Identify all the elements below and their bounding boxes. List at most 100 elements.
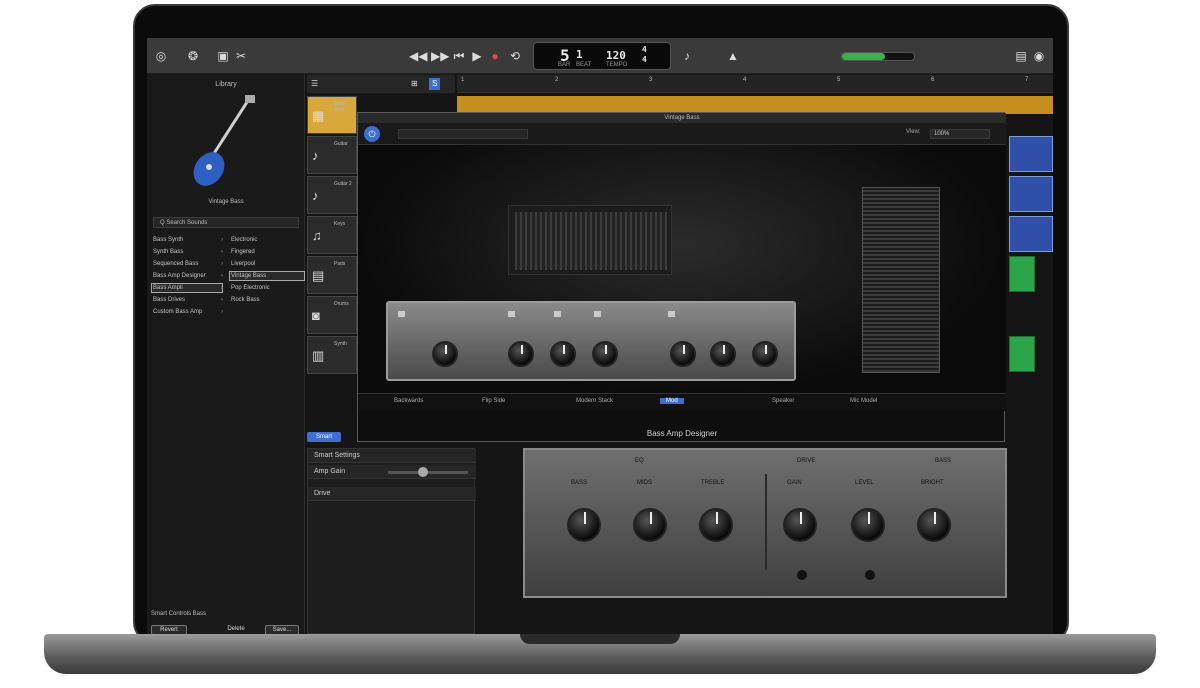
plugin-toolbar: ⏻ View: 100%	[358, 123, 1006, 145]
amp-knob[interactable]	[432, 341, 458, 367]
level-knob[interactable]	[851, 508, 885, 542]
power-icon[interactable]: ⏻	[364, 126, 380, 142]
library-category: Bass Amp Designer	[153, 273, 206, 279]
record-icon[interactable]: ●	[487, 48, 503, 64]
ruler-tick: 7	[1025, 77, 1029, 83]
model-selector[interactable]: Flip Side	[482, 398, 505, 404]
bass-knob[interactable]	[567, 508, 601, 542]
library-icon[interactable]: ◎	[153, 48, 169, 64]
switch-icon[interactable]	[797, 570, 807, 580]
loops-icon[interactable]: ◉	[1031, 48, 1047, 64]
knob-label: TREBLE	[701, 480, 725, 486]
smart-settings-label: Smart Settings	[314, 452, 360, 459]
preset-selector[interactable]	[398, 129, 528, 139]
mids-knob[interactable]	[633, 508, 667, 542]
midi-region[interactable]	[1009, 176, 1053, 212]
library-patch: Vintage Bass	[231, 273, 267, 279]
track-list-icon[interactable]: ☰	[311, 75, 318, 93]
library-row[interactable]: Bass Synth › Electronic	[151, 235, 301, 245]
amp-gain-slider[interactable]	[388, 467, 468, 477]
amp-gain-row[interactable]: Amp Gain	[308, 465, 476, 479]
amp-knob[interactable]	[592, 341, 618, 367]
speaker-selector[interactable]: Speaker	[772, 398, 794, 404]
editor-icon[interactable]: ✂	[233, 48, 249, 64]
plugin-window: Vintage Bass ⏻ View: 100% Backwards Flip…	[357, 112, 1006, 442]
info-icon[interactable]: ❂	[185, 48, 201, 64]
drummer-region[interactable]	[1009, 256, 1035, 292]
library-row[interactable]: Bass Amp Designer › Vintage Bass	[151, 271, 305, 281]
drummer-region[interactable]	[1009, 336, 1035, 372]
library-category: Bass Ampli	[153, 285, 183, 291]
knob-label: BASS	[571, 480, 588, 486]
track-header[interactable]: ◙ Drums	[307, 296, 357, 334]
track-header[interactable]: ♫ Keys	[307, 216, 357, 254]
track-header[interactable]: ♪ Guitar	[307, 136, 357, 174]
library-row[interactable]: Bass Drives › Rock Bass	[151, 295, 301, 305]
amp-knob[interactable]	[710, 341, 736, 367]
library-row[interactable]: Custom Bass Amp ›	[151, 307, 301, 317]
lcd-display[interactable]: 5 1 BAR BEAT 120 TEMPO 4 4	[533, 42, 671, 70]
library-search-input[interactable]: Q Search Sounds	[153, 217, 299, 228]
speaker-cabinet[interactable]	[862, 187, 940, 373]
forward-icon[interactable]: ▶▶	[431, 48, 449, 64]
ruler-tick: 3	[649, 77, 653, 83]
play-icon[interactable]: ▶	[469, 48, 485, 64]
timeline-ruler[interactable]: 1 2 3 4 5 6 7	[457, 75, 1053, 93]
smart-controls-button[interactable]: Smart	[307, 432, 341, 442]
track-header[interactable]: ♪ Guitar 2	[307, 176, 357, 214]
amp-knob[interactable]	[508, 341, 534, 367]
knob-label: GAIN	[787, 480, 802, 486]
notepad-icon[interactable]: ▤	[1013, 48, 1029, 64]
beat-label: BEAT	[576, 62, 592, 68]
library-row[interactable]: Sequenced Bass › Liverpool	[151, 259, 301, 269]
add-track-icon[interactable]: ⊞	[411, 75, 418, 93]
view-zoom-select[interactable]: 100%	[930, 129, 990, 139]
amp-knob[interactable]	[550, 341, 576, 367]
knob-label: BRIGHT	[921, 480, 944, 486]
smart-settings-row[interactable]: Smart Settings	[308, 449, 476, 463]
amp-head	[508, 205, 672, 275]
library-category: Sequenced Bass	[153, 261, 199, 267]
library-patch: Fingered	[231, 249, 255, 255]
amp-label	[398, 311, 406, 317]
bright-knob[interactable]	[917, 508, 951, 542]
save-button[interactable]: Save...	[265, 625, 299, 634]
pad-icon: ▤	[312, 268, 325, 283]
track-name: Synth	[334, 341, 347, 347]
track-header[interactable]: ▤ Pads	[307, 256, 357, 294]
chevron-right-icon: ›	[221, 261, 223, 267]
model-selector[interactable]: Modern Stack	[576, 398, 613, 404]
drive-row[interactable]: Drive	[308, 487, 476, 501]
metronome-icon[interactable]: ▲	[725, 48, 741, 64]
library-row[interactable]: Bass Ampli › Pop Electronic	[151, 283, 301, 293]
library-row[interactable]: Synth Bass › Fingered	[151, 247, 301, 257]
slider-thumb[interactable]	[418, 467, 428, 477]
tuner-icon[interactable]: ♪	[679, 48, 695, 64]
chevron-right-icon: ›	[221, 297, 223, 303]
amp-knob[interactable]	[752, 341, 778, 367]
delete-button[interactable]: Delete	[223, 625, 249, 634]
revert-button[interactable]: Revert	[151, 625, 187, 634]
rewind-icon[interactable]: ◀◀	[409, 48, 427, 64]
smart-controls-icon[interactable]: ▣	[215, 48, 231, 64]
gain-knob[interactable]	[783, 508, 817, 542]
ruler-tick: 2	[555, 77, 559, 83]
midi-region[interactable]	[1009, 136, 1053, 172]
laptop-notch	[520, 634, 680, 644]
model-selector[interactable]: Backwards	[394, 398, 423, 404]
go-to-start-icon[interactable]: ⏮	[451, 48, 467, 64]
treble-knob[interactable]	[699, 508, 733, 542]
mic-selector[interactable]: Mic Model	[850, 398, 877, 404]
track-header[interactable]: ▦ Bass Amp	[307, 96, 357, 134]
amp-knob[interactable]	[670, 341, 696, 367]
cycle-icon[interactable]: ⟲	[507, 48, 523, 64]
meter-fill	[842, 53, 886, 60]
master-volume-meter[interactable]	[841, 52, 915, 61]
model-selector[interactable]: Mod	[660, 398, 684, 404]
switch-icon[interactable]	[865, 570, 875, 580]
track-header[interactable]: ▥ Synth	[307, 336, 357, 374]
smart-tempo-button[interactable]: S	[429, 78, 441, 90]
amp-label	[508, 311, 516, 317]
chevron-right-icon: ›	[221, 249, 223, 255]
midi-region[interactable]	[1009, 216, 1053, 252]
